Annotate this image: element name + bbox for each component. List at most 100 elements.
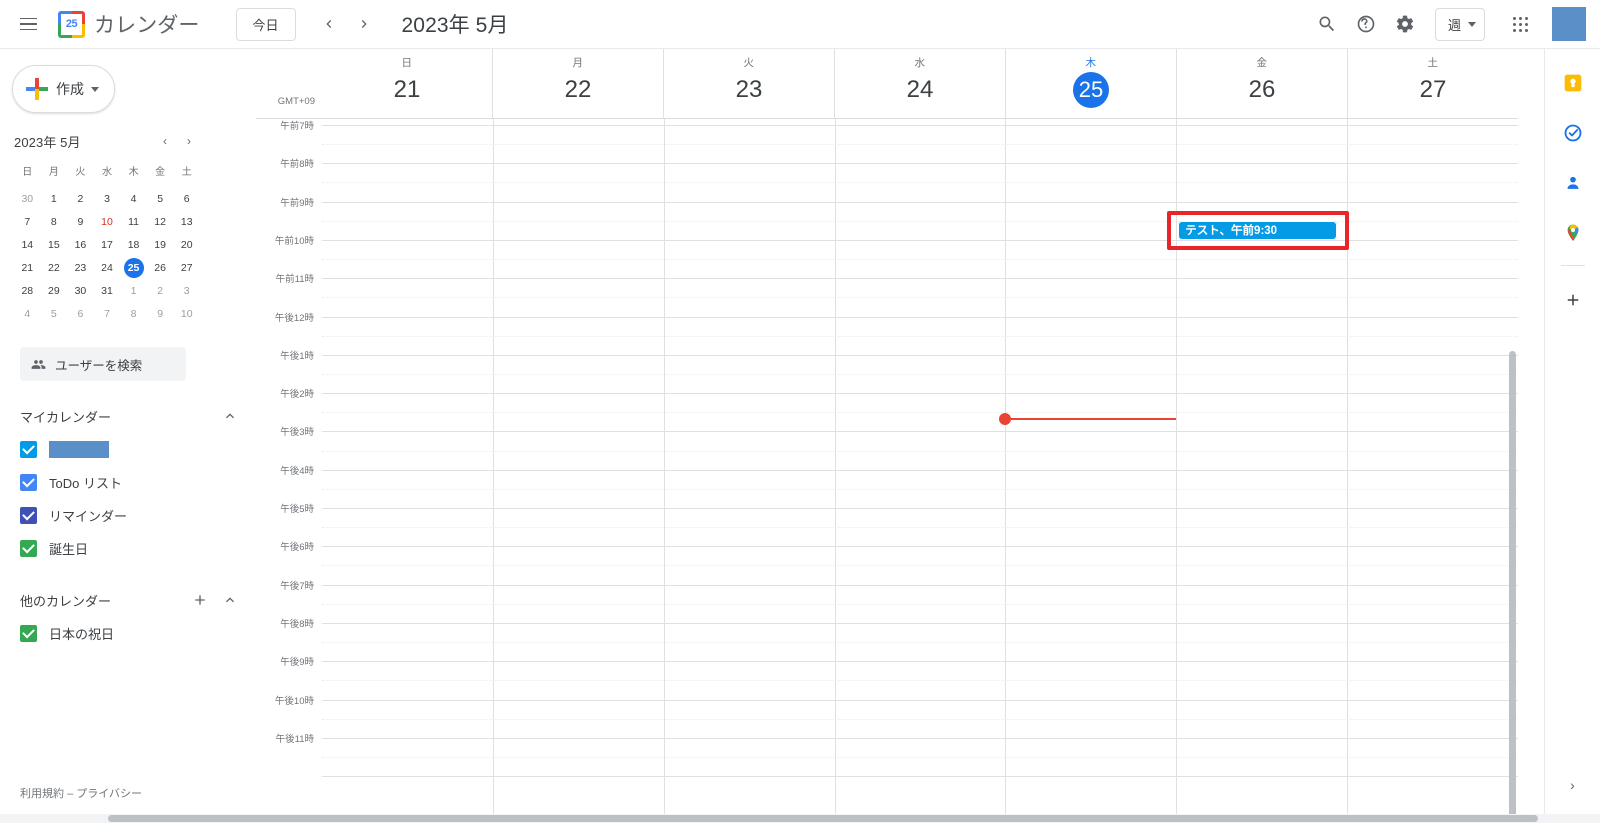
mini-calendar-day[interactable]: 30: [67, 279, 94, 302]
privacy-link[interactable]: プライバシー: [76, 788, 142, 800]
mini-calendar-day[interactable]: 1: [120, 279, 147, 302]
mini-calendar-day[interactable]: 4: [120, 187, 147, 210]
mini-calendar-day[interactable]: 2: [147, 279, 174, 302]
settings-gear-icon[interactable]: [1386, 5, 1425, 44]
mini-calendar-day[interactable]: 6: [173, 187, 200, 210]
calendar-event[interactable]: テスト、午前9:30: [1178, 220, 1338, 240]
day-column-27[interactable]: [1347, 119, 1518, 823]
maps-icon[interactable]: [1553, 213, 1593, 253]
mini-calendar-day[interactable]: 3: [94, 187, 121, 210]
all-day-cell[interactable]: [492, 111, 663, 118]
day-header-22[interactable]: 月 22: [492, 49, 663, 111]
search-users-input[interactable]: ユーザーを検索: [20, 347, 186, 381]
mini-calendar-day[interactable]: 23: [67, 256, 94, 279]
mini-calendar-day[interactable]: 4: [14, 302, 41, 325]
mini-calendar-day[interactable]: 28: [14, 279, 41, 302]
my-calendar-checkbox[interactable]: [20, 507, 37, 524]
mini-calendar-day[interactable]: 5: [41, 302, 68, 325]
mini-calendar-day[interactable]: 9: [67, 210, 94, 233]
day-number[interactable]: 21: [389, 72, 425, 108]
collapse-chevron-up-icon[interactable]: [218, 404, 242, 428]
add-calendar-plus-icon[interactable]: [188, 588, 212, 612]
other-calendar-item[interactable]: 日本の祝日: [0, 617, 256, 650]
mini-calendar-day[interactable]: 11: [120, 210, 147, 233]
avatar[interactable]: [1552, 7, 1586, 41]
help-icon[interactable]: [1347, 5, 1386, 44]
other-calendar-checkbox[interactable]: [20, 625, 37, 642]
mini-calendar-day[interactable]: 17: [94, 233, 121, 256]
day-header-25[interactable]: 木 25: [1005, 49, 1176, 111]
view-selector[interactable]: 週: [1434, 7, 1485, 41]
mini-calendar-day[interactable]: 29: [41, 279, 68, 302]
my-calendar-item[interactable]: [0, 433, 256, 466]
my-calendar-item[interactable]: ToDo リスト: [0, 466, 256, 499]
mini-calendar-day[interactable]: 6: [67, 302, 94, 325]
mini-next-month-icon[interactable]: ›: [178, 130, 200, 152]
today-button[interactable]: 今日: [235, 7, 296, 41]
mini-calendar-day[interactable]: 8: [41, 210, 68, 233]
create-button[interactable]: 作成: [12, 65, 115, 113]
mini-calendar-day[interactable]: 31: [94, 279, 121, 302]
mini-calendar-day[interactable]: 10: [94, 210, 121, 233]
mini-calendar-day[interactable]: 21: [14, 256, 41, 279]
all-day-cell[interactable]: [1005, 111, 1176, 118]
mini-calendar-day[interactable]: 7: [14, 210, 41, 233]
mini-calendar-day[interactable]: 26: [147, 256, 174, 279]
day-column-22[interactable]: [493, 119, 664, 823]
day-number[interactable]: 23: [731, 72, 767, 108]
mini-calendar-day[interactable]: 3: [173, 279, 200, 302]
mini-calendar-day[interactable]: 27: [173, 256, 200, 279]
time-grid-scroll[interactable]: 午前7時 午前8時 午前9時 午前10時 午前11時 午後12時 午後1時 午後2時 午後3時午…: [256, 119, 1518, 823]
day-header-27[interactable]: 土 27: [1347, 49, 1518, 111]
page-horizontal-scrollbar-thumb[interactable]: [108, 815, 1538, 822]
mini-calendar-day[interactable]: 16: [67, 233, 94, 256]
terms-link[interactable]: 利用規約: [20, 788, 64, 800]
my-calendar-checkbox[interactable]: [20, 441, 37, 458]
mini-calendar-day[interactable]: 15: [41, 233, 68, 256]
mini-calendar-day[interactable]: 18: [120, 233, 147, 256]
page-horizontal-scrollbar[interactable]: [0, 814, 1600, 823]
mini-prev-month-icon[interactable]: ‹: [154, 130, 176, 152]
mini-calendar-day[interactable]: 10: [173, 302, 200, 325]
mini-calendar-day[interactable]: 30: [14, 187, 41, 210]
my-calendar-item[interactable]: リマインダー: [0, 499, 256, 532]
day-number[interactable]: 24: [902, 72, 938, 108]
tasks-icon[interactable]: [1553, 113, 1593, 153]
all-day-cell[interactable]: [663, 111, 834, 118]
collapse-chevron-up-icon[interactable]: [218, 588, 242, 612]
previous-week-icon[interactable]: [313, 8, 346, 41]
day-header-26[interactable]: 金 26: [1176, 49, 1347, 111]
mini-calendar-day[interactable]: 5: [147, 187, 174, 210]
other-calendars-header[interactable]: 他のカレンダー: [0, 583, 256, 617]
mini-calendar-day[interactable]: 2: [67, 187, 94, 210]
contacts-icon[interactable]: [1553, 163, 1593, 203]
next-week-icon[interactable]: [348, 8, 381, 41]
day-header-24[interactable]: 水 24: [834, 49, 1005, 111]
all-day-cell[interactable]: [1176, 111, 1347, 118]
mini-calendar-day[interactable]: 7: [94, 302, 121, 325]
mini-calendar-day[interactable]: 14: [14, 233, 41, 256]
day-column-23[interactable]: [664, 119, 835, 823]
mini-calendar-day[interactable]: 1: [41, 187, 68, 210]
my-calendar-checkbox[interactable]: [20, 540, 37, 557]
mini-calendar-day[interactable]: 24: [94, 256, 121, 279]
mini-calendar-day[interactable]: 9: [147, 302, 174, 325]
grid-vertical-scrollbar[interactable]: [1509, 351, 1516, 823]
mini-calendar-day[interactable]: 19: [147, 233, 174, 256]
mini-calendar-day[interactable]: 13: [173, 210, 200, 233]
mini-calendar-day[interactable]: 25: [120, 256, 147, 279]
mini-calendar-day[interactable]: 8: [120, 302, 147, 325]
keep-icon[interactable]: [1553, 63, 1593, 103]
my-calendars-header[interactable]: マイカレンダー: [0, 399, 256, 433]
expand-side-panel-icon[interactable]: ›: [1557, 769, 1589, 801]
day-column-21[interactable]: [322, 119, 493, 823]
all-day-cell[interactable]: [834, 111, 1005, 118]
main-menu-icon[interactable]: [4, 0, 52, 48]
add-side-panel-app-icon[interactable]: [1553, 280, 1593, 320]
mini-calendar-day[interactable]: 22: [41, 256, 68, 279]
day-header-21[interactable]: 日 21: [322, 49, 492, 111]
mini-calendar-day[interactable]: 20: [173, 233, 200, 256]
day-column-24[interactable]: [835, 119, 1006, 823]
mini-calendar-day[interactable]: 12: [147, 210, 174, 233]
my-calendar-item[interactable]: 誕生日: [0, 532, 256, 565]
